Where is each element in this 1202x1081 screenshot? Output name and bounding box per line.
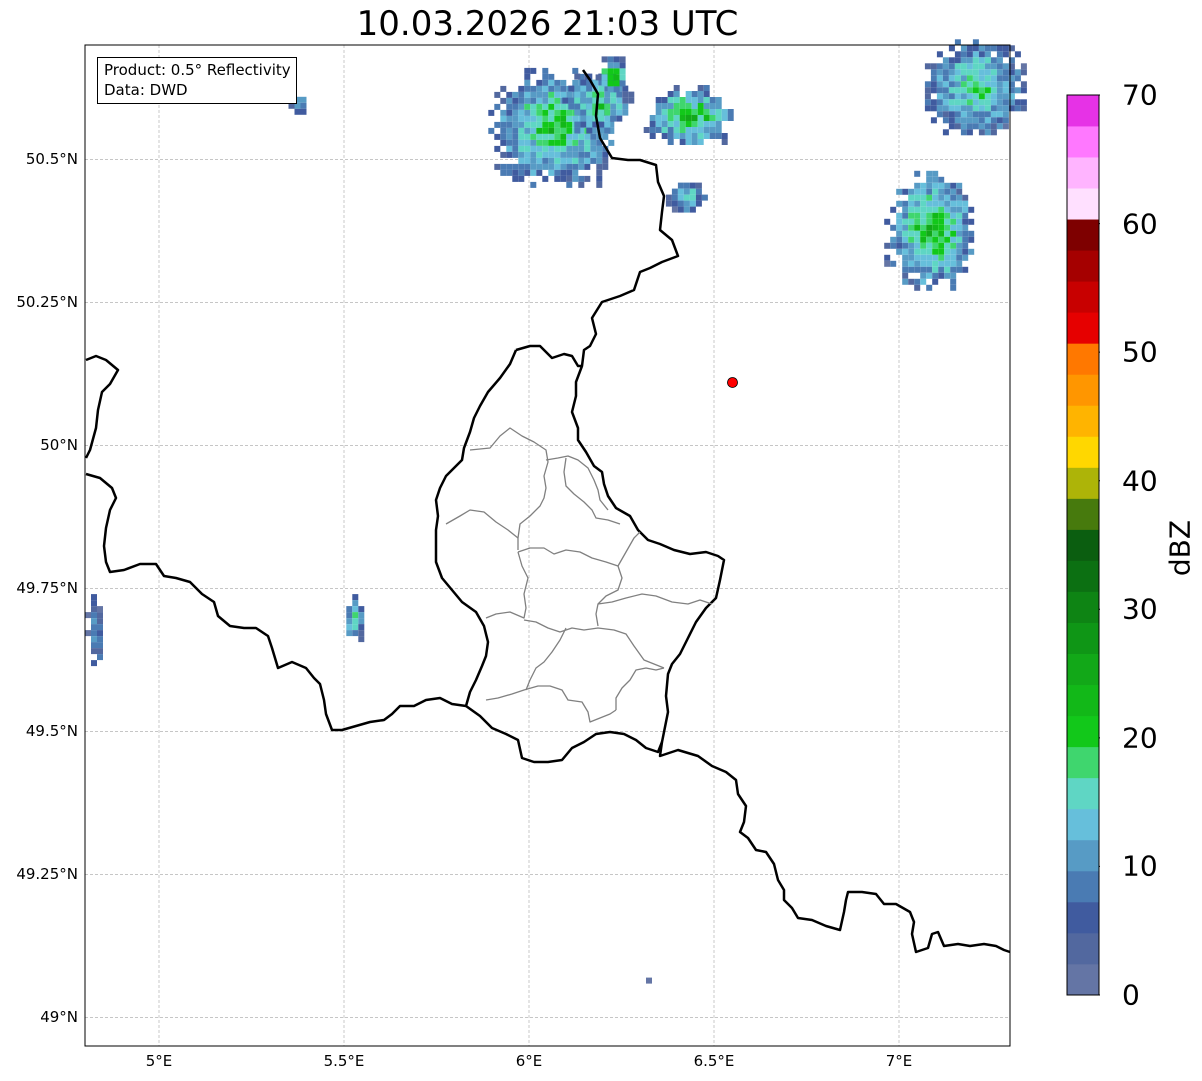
colorbar-segment	[1067, 374, 1099, 406]
radar-echo-cell	[85, 594, 103, 667]
colorbar-segment	[1067, 250, 1099, 282]
colorbar-tick-label: 20	[1122, 721, 1158, 755]
map-frame	[84, 44, 1011, 1047]
district-border	[563, 457, 621, 525]
radar-echo-cell	[646, 977, 652, 984]
colorbar-segment	[1067, 560, 1099, 592]
latitude-tick-label: 50°N	[40, 436, 78, 455]
district-border	[595, 565, 623, 627]
district-border	[469, 427, 549, 550]
border-belgium-france	[85, 472, 467, 732]
district-border	[615, 667, 665, 710]
radar-echo-cell	[346, 594, 365, 643]
colorbar-segment	[1067, 808, 1099, 841]
colorbar-segment	[1067, 281, 1099, 313]
longitude-tick-label: 5.5°E	[323, 1052, 365, 1070]
radar-echo-cell	[924, 39, 1027, 136]
luxembourg-district-borders	[445, 427, 713, 723]
colorbar-segment	[1067, 467, 1099, 499]
radar-echo-layer	[85, 39, 1027, 984]
colorbar-segment	[1067, 963, 1099, 996]
product-label: Product: 0.5° Reflectivity	[104, 61, 291, 79]
longitude-tick-label: 6.5°E	[693, 1052, 735, 1070]
colorbar-tick-label: 40	[1122, 464, 1158, 498]
radar-echo-cell	[884, 170, 975, 291]
border-luxembourg-south	[465, 704, 664, 764]
district-border	[445, 509, 519, 539]
colorbar-segment	[1067, 343, 1099, 375]
colorbar-segment	[1067, 932, 1099, 965]
latitude-tick-label: 49.5°N	[25, 722, 78, 741]
colorbar-tick-label: 70	[1122, 78, 1158, 112]
colorbar-segment	[1067, 126, 1099, 158]
latitude-tick-label: 49.75°N	[16, 579, 78, 598]
colorbar	[1066, 94, 1100, 996]
colorbar-segment	[1067, 405, 1099, 437]
colorbar-segment	[1067, 529, 1099, 561]
radar-site-marker	[727, 377, 738, 388]
graticule	[85, 45, 1010, 1046]
colorbar-tick-label: 30	[1122, 592, 1158, 626]
colorbar-segment	[1067, 157, 1099, 189]
colorbar-segment	[1067, 188, 1099, 220]
district-border	[545, 455, 609, 511]
longitude-tick-label: 7°E	[885, 1052, 913, 1070]
latitude-tick-label: 50.25°N	[16, 293, 78, 312]
latitude-tick-label: 49.25°N	[16, 865, 78, 884]
colorbar-segment	[1067, 312, 1099, 344]
colorbar-segment	[1067, 901, 1099, 934]
colorbar-segment	[1067, 684, 1099, 717]
district-border	[485, 551, 529, 619]
longitude-tick-label: 5°E	[145, 1052, 173, 1070]
country-borders	[84, 69, 1011, 954]
colorbar-tick-label: 0	[1122, 978, 1140, 1012]
colorbar-segment	[1067, 746, 1099, 779]
radar-map	[84, 39, 1027, 1047]
colorbar-segment	[1067, 839, 1099, 872]
colorbar-segment	[1067, 715, 1099, 748]
colorbar-segment	[1067, 653, 1099, 686]
colorbar-tick-label: 10	[1122, 849, 1158, 883]
longitude-tick-label: 6°E	[515, 1052, 543, 1070]
district-border	[525, 627, 567, 691]
border-belgium-netherlands	[84, 354, 120, 459]
colorbar-segment	[1067, 95, 1099, 127]
colorbar-tick-label: 60	[1122, 207, 1158, 241]
colorbar-segment	[1067, 591, 1099, 623]
colorbar-segment	[1067, 622, 1099, 655]
data-source-label: Data: DWD	[104, 81, 188, 99]
colorbar-label: dBZ	[1163, 519, 1197, 577]
colorbar-segment	[1067, 219, 1099, 251]
colorbar-segment	[1067, 870, 1099, 903]
colorbar-tick-label: 50	[1122, 335, 1158, 369]
district-border	[597, 593, 713, 605]
radar-echo-cell	[665, 182, 708, 213]
colorbar-segment	[1067, 436, 1099, 468]
district-border	[485, 685, 617, 723]
radar-echo-cell	[643, 85, 734, 145]
colorbar-segment	[1067, 777, 1099, 810]
colorbar-segment	[1067, 498, 1099, 530]
latitude-tick-label: 49°N	[40, 1008, 78, 1027]
district-border	[517, 531, 641, 567]
border-luxembourg	[515, 344, 582, 368]
latitude-tick-label: 50.5°N	[25, 150, 78, 169]
product-info-box: Product: 0.5° Reflectivity Data: DWD	[97, 57, 297, 104]
